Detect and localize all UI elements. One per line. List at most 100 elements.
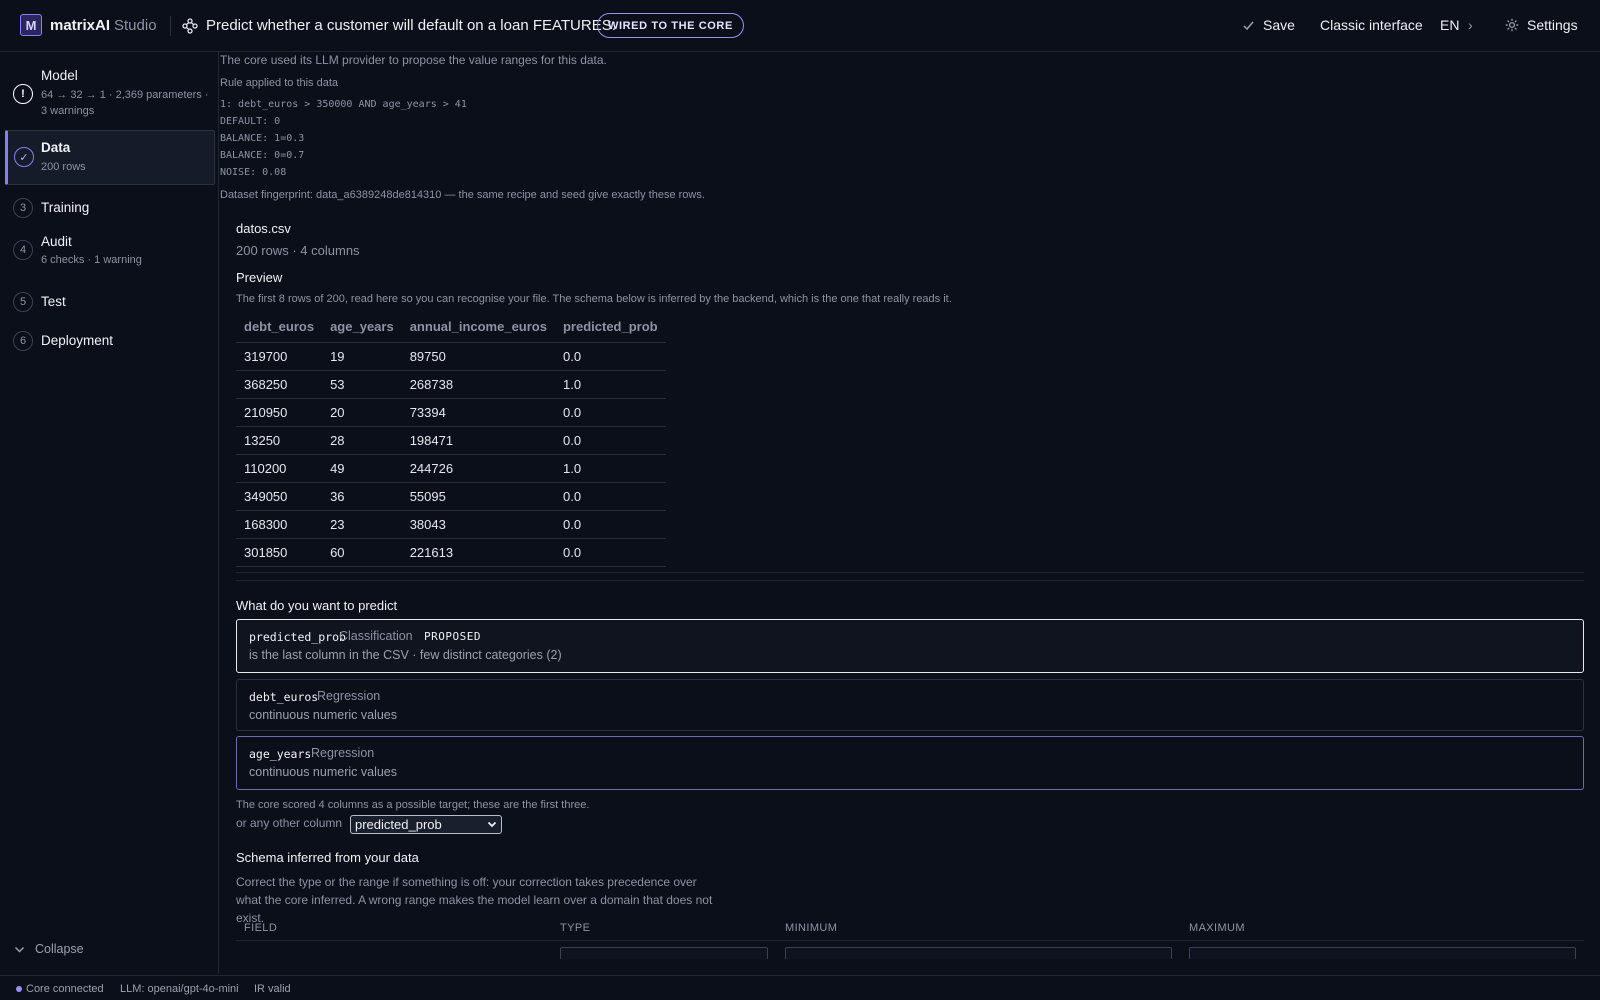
llm-status: LLM: openai/gpt-4o-mini	[120, 983, 239, 995]
check-circle-icon: ✓	[14, 147, 34, 167]
rule-line: 1: debt_euros > 350000 AND age_years > 4…	[220, 99, 467, 110]
sidebar-item-label: Deployment	[41, 333, 114, 348]
graph-nodes-icon	[182, 18, 198, 34]
table-cell: 1.0	[554, 370, 666, 399]
file-meta: 200 rows · 4 columns	[236, 243, 360, 258]
core-status: Core connected	[16, 983, 104, 995]
schema-header-min: MINIMUM	[785, 922, 838, 934]
collapse-button[interactable]: Collapse	[14, 942, 84, 956]
target-option-predicted-prob[interactable]: predicted_prob Classification PROPOSED i…	[236, 619, 1584, 673]
sidebar-item-data[interactable]: ✓ Data 200 rows	[5, 130, 215, 185]
table-cell: 0.0	[554, 398, 666, 427]
predict-title: What do you want to predict	[236, 598, 398, 613]
table-cell: 368250	[236, 370, 323, 399]
column-header: predicted_prob	[554, 311, 666, 343]
chevron-down-icon	[487, 821, 497, 828]
step-number: 4	[13, 240, 33, 260]
table-row: 168300 23 38043 0.0	[236, 510, 666, 539]
step-number: 3	[13, 198, 33, 218]
brand-name: matrixAI	[50, 17, 111, 34]
target-desc: continuous numeric values	[249, 765, 397, 779]
sidebar-item-test[interactable]: 5 Test	[5, 289, 215, 315]
other-column-select[interactable]: predicted_prob	[350, 815, 502, 834]
settings-button[interactable]: Settings	[1505, 17, 1578, 33]
preview-title: Preview	[236, 270, 283, 285]
check-icon	[1243, 21, 1254, 30]
table-row: 368250 53 268738 1.0	[236, 370, 666, 399]
target-desc: is the last column in the CSV · few dist…	[249, 648, 562, 662]
select-value: predicted_prob	[355, 817, 442, 832]
table-cell: 13250	[236, 426, 323, 455]
target-name: debt_euros	[249, 690, 319, 704]
sidebar-item-sub: 6 checks · 1 warning	[41, 254, 142, 266]
other-column-label: or any other column	[236, 816, 343, 830]
language-switch[interactable]: EN	[1440, 17, 1459, 33]
sidebar: ! Model 64 → 32 → 1 · 2,369 parameters ·…	[0, 52, 219, 974]
header-divider	[170, 16, 171, 36]
maximum-input[interactable]	[1189, 947, 1576, 959]
save-label: Save	[1263, 17, 1295, 33]
type-select[interactable]	[560, 947, 768, 959]
schema-header-max: MAXIMUM	[1189, 922, 1245, 934]
rule-line: NOISE: 0.08	[220, 167, 287, 178]
column-header: age_years	[322, 311, 402, 343]
table-cell: 36	[322, 482, 402, 511]
minimum-input[interactable]	[785, 947, 1172, 959]
target-kind: Regression	[311, 746, 375, 760]
sidebar-item-label: Data	[41, 140, 71, 155]
table-cell: 1.0	[554, 454, 666, 483]
target-kind: Regression	[317, 689, 381, 703]
table-cell: 0.0	[554, 510, 666, 539]
save-button[interactable]: Save	[1242, 17, 1295, 33]
table-cell: 198471	[401, 426, 555, 455]
table-cell: 28	[322, 426, 402, 455]
schema-header-field: FIELD	[244, 922, 278, 934]
table-cell: 49	[322, 454, 402, 483]
sidebar-item-deployment[interactable]: 6 Deployment	[5, 328, 215, 354]
sidebar-item-audit[interactable]: 4 Audit 6 checks · 1 warning	[5, 234, 215, 274]
target-option-age-years[interactable]: age_years Regression continuous numeric …	[236, 736, 1584, 790]
sidebar-item-model[interactable]: ! Model 64 → 32 → 1 · 2,369 parameters ·…	[5, 66, 215, 122]
table-cell: 53	[322, 370, 402, 399]
table-row: 210950 20 73394 0.0	[236, 398, 666, 427]
table-cell: 0.0	[554, 426, 666, 455]
top-bar: M matrixAI Studio Predict whether a cust…	[0, 0, 1600, 52]
table-cell: 110200	[236, 454, 323, 483]
column-header: annual_income_euros	[401, 311, 555, 343]
sidebar-item-label: Model	[41, 68, 78, 83]
warning-icon: !	[13, 84, 33, 104]
gear-icon	[1505, 18, 1519, 32]
table-cell: 168300	[236, 510, 323, 539]
target-option-debt-euros[interactable]: debt_euros Regression continuous numeric…	[236, 679, 1584, 731]
chevron-right-icon[interactable]: ›	[1468, 17, 1473, 33]
column-header: debt_euros	[236, 311, 323, 343]
rule-line: DEFAULT: 0	[220, 116, 281, 127]
table-cell: 0.0	[554, 342, 666, 371]
table-cell: 23	[322, 510, 402, 539]
core-status-badge: WIRED TO THE CORE	[597, 13, 744, 38]
chevron-down-icon	[14, 946, 25, 953]
table-cell: 349050	[236, 482, 323, 511]
scored-note: The core scored 4 columns as a possible …	[236, 799, 590, 811]
table-row: 110200 49 244726 1.0	[236, 454, 666, 483]
main-content: The core used its LLM provider to propos…	[220, 52, 1600, 975]
target-name: age_years	[249, 747, 312, 761]
sidebar-item-sub: 64 → 32 → 1 · 2,369 parameters · 3 warni…	[41, 89, 209, 117]
core-status-label: Core connected	[26, 983, 104, 995]
project-title: Predict whether a customer will default …	[206, 17, 616, 34]
classic-interface-link[interactable]: Classic interface	[1320, 17, 1423, 33]
schema-title: Schema inferred from your data	[236, 850, 419, 865]
table-cell: 210950	[236, 398, 323, 427]
table-cell: 244726	[401, 454, 555, 483]
rule-heading: Rule applied to this data	[220, 77, 339, 89]
table-cell: 0.0	[554, 538, 666, 567]
sidebar-item-training[interactable]: 3 Training	[5, 195, 215, 221]
rule-line: BALANCE: 1=0.3	[220, 133, 305, 144]
schema-note: Correct the type or the range if somethi…	[236, 875, 713, 925]
file-name: datos.csv	[236, 221, 291, 236]
schema-header-type: TYPE	[560, 922, 591, 934]
table-row: 319700 19 89750 0.0	[236, 342, 666, 371]
sidebar-item-label: Training	[41, 200, 90, 215]
table-cell: 60	[322, 538, 402, 567]
sidebar-item-label: Audit	[41, 234, 72, 249]
